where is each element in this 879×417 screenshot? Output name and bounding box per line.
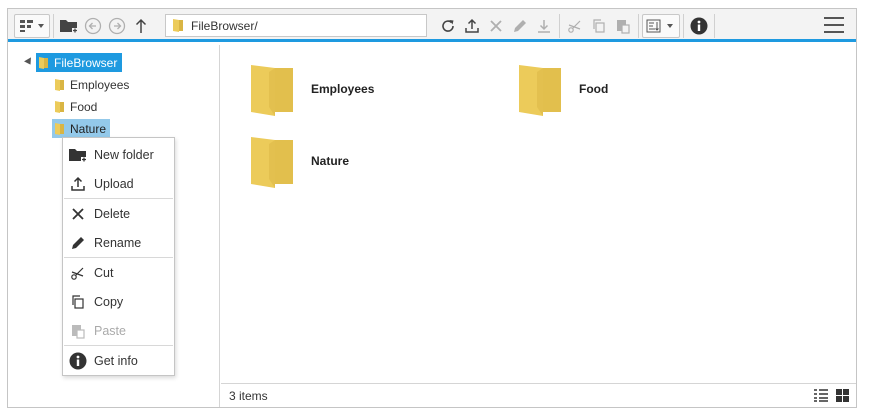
address-bar[interactable]: FileBrowser/ (165, 14, 427, 37)
upload-button[interactable] (460, 14, 484, 38)
back-button[interactable] (81, 14, 105, 38)
upload-icon (71, 176, 85, 191)
toolbar: FileBrowser/ (8, 9, 856, 42)
menu-item-rename[interactable]: Rename (63, 228, 174, 257)
pencil-icon (72, 236, 84, 249)
folder-icon (55, 122, 64, 135)
tree-node-food[interactable]: Food (52, 97, 101, 116)
copy-icon (72, 294, 84, 309)
menu-item-get-info[interactable]: Get info (63, 346, 174, 375)
menu-item-paste[interactable]: Paste (63, 316, 174, 345)
folder-icon (519, 65, 561, 116)
cut-button[interactable] (563, 14, 587, 38)
status-bar: 3 items (221, 383, 856, 407)
grid-view-icon[interactable] (836, 389, 849, 402)
new-folder-icon (69, 148, 87, 162)
tree-node-root[interactable]: FileBrowser (36, 53, 123, 72)
collapse-arrow-icon[interactable] (24, 57, 34, 67)
menu-item-label: Cut (94, 265, 114, 280)
menu-item-cut[interactable]: Cut (63, 258, 174, 287)
folder-tile-nature[interactable]: Nature (249, 134, 349, 188)
folder-tile-food[interactable]: Food (517, 62, 608, 116)
arrow-right-circle-icon (108, 17, 126, 34)
copy-icon (593, 18, 605, 33)
rename-button[interactable] (508, 14, 532, 38)
menu-item-label: Upload (94, 176, 134, 191)
folder-name: Employees (311, 82, 375, 96)
menu-item-copy[interactable]: Copy (63, 287, 174, 316)
menu-item-label: Paste (94, 323, 126, 338)
folder-name: Nature (311, 154, 350, 168)
scissors-icon (71, 267, 84, 280)
arrow-up-icon (135, 18, 147, 33)
new-folder-button[interactable] (57, 14, 81, 38)
download-button[interactable] (532, 14, 556, 38)
pencil-icon (514, 19, 526, 32)
forward-button[interactable] (105, 14, 129, 38)
arrow-left-circle-icon (84, 17, 102, 34)
delete-button[interactable] (484, 14, 508, 38)
copy-button[interactable] (587, 14, 611, 38)
menu-item-label: Copy (94, 294, 124, 309)
view-mode-button[interactable] (14, 13, 50, 38)
menu-item-label: Get info (94, 353, 138, 368)
close-icon (490, 19, 502, 32)
menu-item-label: Delete (94, 206, 131, 221)
tree-node-nature[interactable]: Nature (52, 119, 111, 138)
tree-node-label: Nature (70, 121, 107, 136)
menu-button[interactable] (824, 17, 844, 34)
info-icon (690, 17, 708, 34)
folder-icon (251, 137, 293, 188)
folder-icon (55, 100, 64, 113)
menu-item-new-folder[interactable]: New folder (63, 140, 174, 169)
folder-name: Food (579, 82, 609, 96)
tree-node-employees[interactable]: Employees (52, 75, 133, 94)
sort-icon (646, 19, 673, 32)
paste-icon (72, 324, 85, 339)
refresh-icon (442, 19, 454, 32)
menu-item-label: New folder (94, 147, 154, 162)
paste-icon (617, 19, 630, 34)
tree-node-label: FileBrowser (54, 55, 118, 70)
scissors-icon (568, 20, 581, 33)
new-folder-icon (60, 19, 78, 33)
menu-item-upload[interactable]: Upload (63, 169, 174, 198)
close-icon (72, 207, 84, 220)
folder-icon (55, 78, 64, 91)
upload-icon (465, 18, 479, 33)
menu-item-delete[interactable]: Delete (63, 199, 174, 228)
folder-icon (173, 19, 183, 32)
item-count: 3 items (229, 388, 268, 403)
folder-icon (251, 65, 293, 116)
list-view-icon (20, 19, 44, 32)
up-button[interactable] (129, 14, 153, 38)
refresh-button[interactable] (436, 14, 460, 38)
download-icon (538, 19, 550, 33)
info-icon (69, 352, 87, 369)
sort-button[interactable] (642, 13, 680, 38)
tree-node-label: Employees (70, 77, 130, 92)
folder-icon (39, 56, 48, 69)
content-area: Employees Food Nature (221, 45, 856, 383)
paste-button[interactable] (611, 14, 635, 38)
folder-tile-employees[interactable]: Employees (249, 62, 374, 116)
context-menu: New folder Upload Delete Rename Cut Copy (62, 137, 175, 376)
hamburger-icon (824, 17, 844, 19)
list-view-icon[interactable] (814, 389, 828, 402)
menu-item-label: Rename (94, 235, 142, 250)
info-button[interactable] (687, 14, 711, 38)
address-path: FileBrowser/ (191, 18, 258, 33)
tree-node-label: Food (70, 99, 98, 114)
